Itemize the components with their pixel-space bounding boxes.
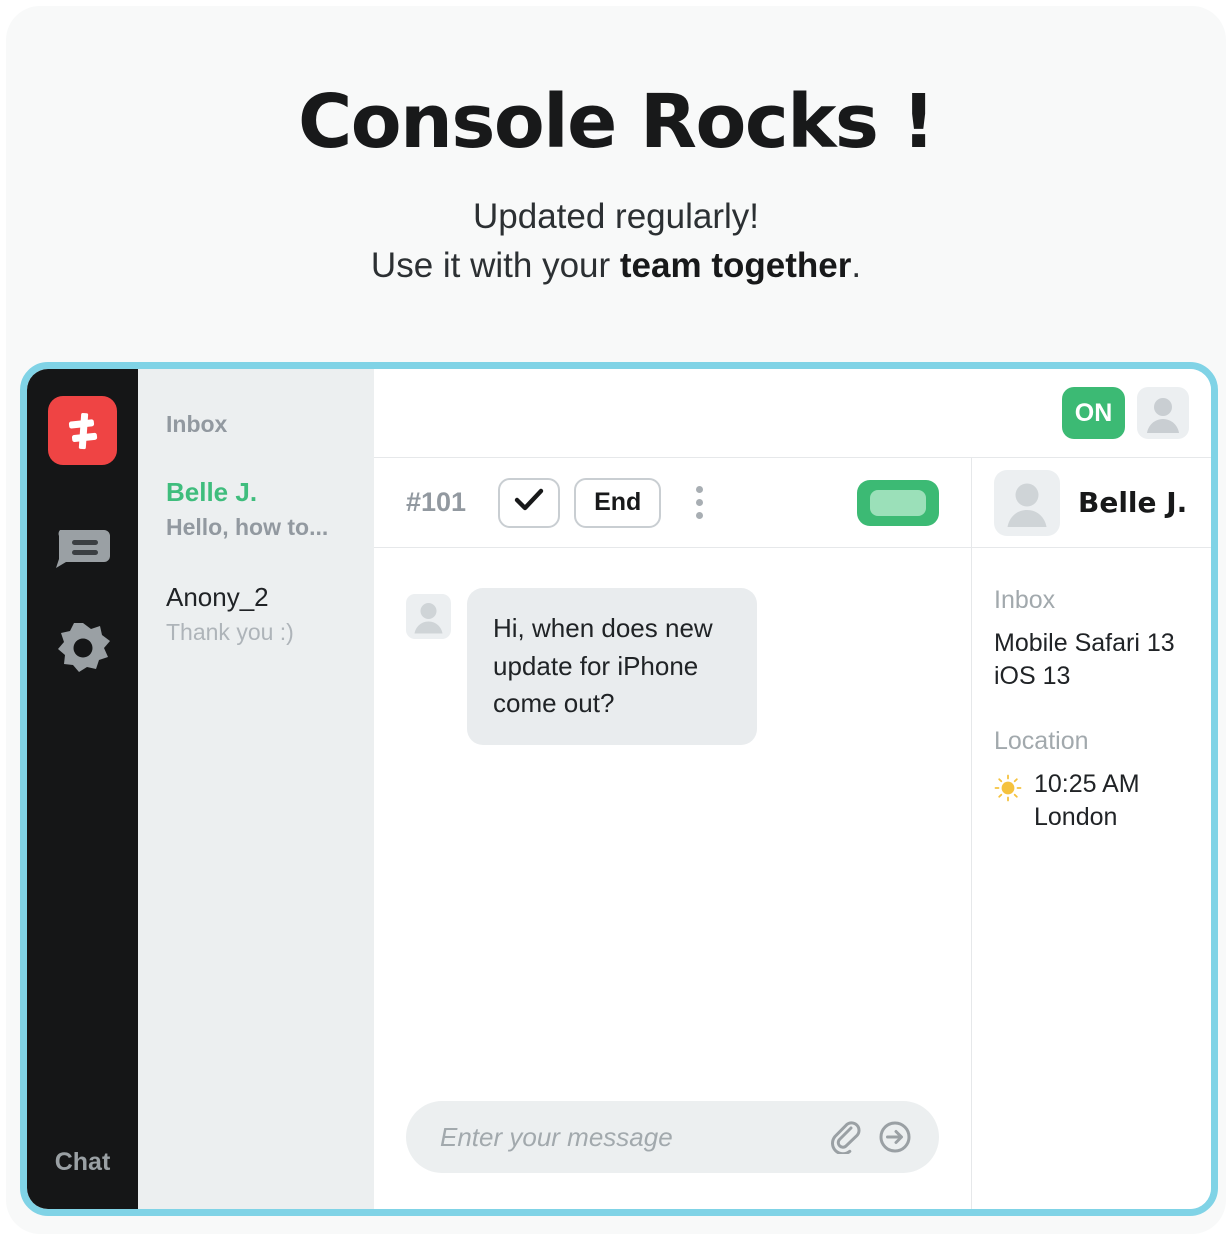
- checkmark-icon: [514, 488, 544, 517]
- hero-subtitle: Updated regularly! Use it with your team…: [6, 192, 1226, 291]
- field-label: Inbox: [994, 586, 1056, 614]
- field-label: Location: [994, 727, 1089, 755]
- conversation-list-pane: Inbox Belle J. Hello, how to... Anony_2 …: [138, 369, 374, 1209]
- composer-box[interactable]: [406, 1101, 939, 1173]
- promo-card: Console Rocks ! Updated regularly! Use i…: [6, 6, 1226, 1234]
- send-arrow-circle-icon[interactable]: [873, 1115, 917, 1159]
- app-window: Chat Inbox Belle J. Hello, how to... Ano…: [20, 362, 1218, 1216]
- paperclip-icon[interactable]: [823, 1115, 867, 1159]
- dot: [695, 486, 703, 493]
- avatar: [994, 469, 1060, 536]
- contact-detail-pane: Belle J. Inbox Mobile Safari 13 iOS 13 L…: [971, 457, 1211, 1209]
- sidebar-rail-label: Chat: [54, 1148, 111, 1176]
- message-composer: [374, 1101, 971, 1209]
- field-value: Mobile Safari 13: [994, 629, 1175, 657]
- avatar[interactable]: [1137, 387, 1189, 439]
- chat-bubble-icon[interactable]: [52, 522, 114, 574]
- conversation-body: #101 End Hi, when does new update for iP…: [374, 457, 1211, 1209]
- toggle-knob: [870, 489, 926, 516]
- location-time: 10:25 AM: [1034, 770, 1140, 798]
- workspace-column: ON #101 End Hi, when does new update for…: [374, 369, 1211, 1209]
- hero-subtitle-line-1: Updated regularly!: [473, 196, 759, 236]
- contact-header: Belle J.: [972, 458, 1211, 548]
- console-logo-icon[interactable]: [48, 396, 117, 465]
- more-vertical-icon[interactable]: [681, 478, 717, 528]
- conversation-name: Anony_2: [166, 582, 269, 613]
- conversation-preview: Hello, how to...: [166, 514, 329, 541]
- sun-icon: [994, 774, 1022, 807]
- ticket-id: #101: [406, 487, 467, 517]
- app-sidebar-rail: Chat: [27, 369, 138, 1209]
- toggle-switch-on[interactable]: [857, 479, 939, 526]
- contact-fields: Inbox Mobile Safari 13 iOS 13 Location 1…: [972, 548, 1211, 868]
- location-city: London: [1034, 803, 1118, 831]
- hero-subtitle-line-2: Use it with your team together.: [6, 241, 1226, 291]
- field-value: iOS 13: [994, 662, 1071, 690]
- conversation-preview: Thank you :): [166, 619, 294, 646]
- message-input[interactable]: [440, 1121, 817, 1153]
- message-list: Hi, when does new update for iPhone come…: [374, 548, 971, 1101]
- location-text: 10:25 AM London: [1034, 768, 1140, 834]
- hero-subtitle-line-2-suffix: .: [851, 246, 862, 286]
- field-inbox: Inbox Mobile Safari 13 iOS 13: [994, 586, 1189, 693]
- user-avatar-icon: [406, 594, 451, 639]
- list-item[interactable]: Belle J. Hello, how to...: [138, 438, 374, 543]
- status-badge[interactable]: ON: [1062, 387, 1125, 439]
- message-row: Hi, when does new update for iPhone come…: [406, 588, 939, 746]
- contact-name: Belle J.: [1078, 486, 1188, 519]
- end-button[interactable]: End: [574, 477, 662, 528]
- message-bubble: Hi, when does new update for iPhone come…: [467, 588, 757, 746]
- conversation-list-header: Inbox: [166, 411, 228, 437]
- hero-subtitle-line-2-prefix: Use it with your: [370, 246, 620, 286]
- dot: [695, 512, 703, 519]
- dot: [695, 499, 703, 506]
- app-header: ON: [374, 369, 1211, 457]
- location-row: 10:25 AM London: [994, 768, 1189, 834]
- resolve-button[interactable]: [498, 477, 561, 528]
- field-location: Location 10:25 AM London: [994, 727, 1189, 834]
- hero-section: Console Rocks ! Updated regularly! Use i…: [6, 6, 1226, 291]
- conversation-name: Belle J.: [166, 477, 258, 507]
- list-item[interactable]: Anony_2 Thank you :): [138, 543, 374, 648]
- page-title: Console Rocks !: [298, 79, 935, 165]
- conversation-toolbar: #101 End: [374, 458, 971, 548]
- hero-subtitle-line-2-bold: team together: [619, 246, 852, 286]
- gear-icon[interactable]: [52, 622, 114, 674]
- thread-column: #101 End Hi, when does new update for iP…: [374, 457, 971, 1209]
